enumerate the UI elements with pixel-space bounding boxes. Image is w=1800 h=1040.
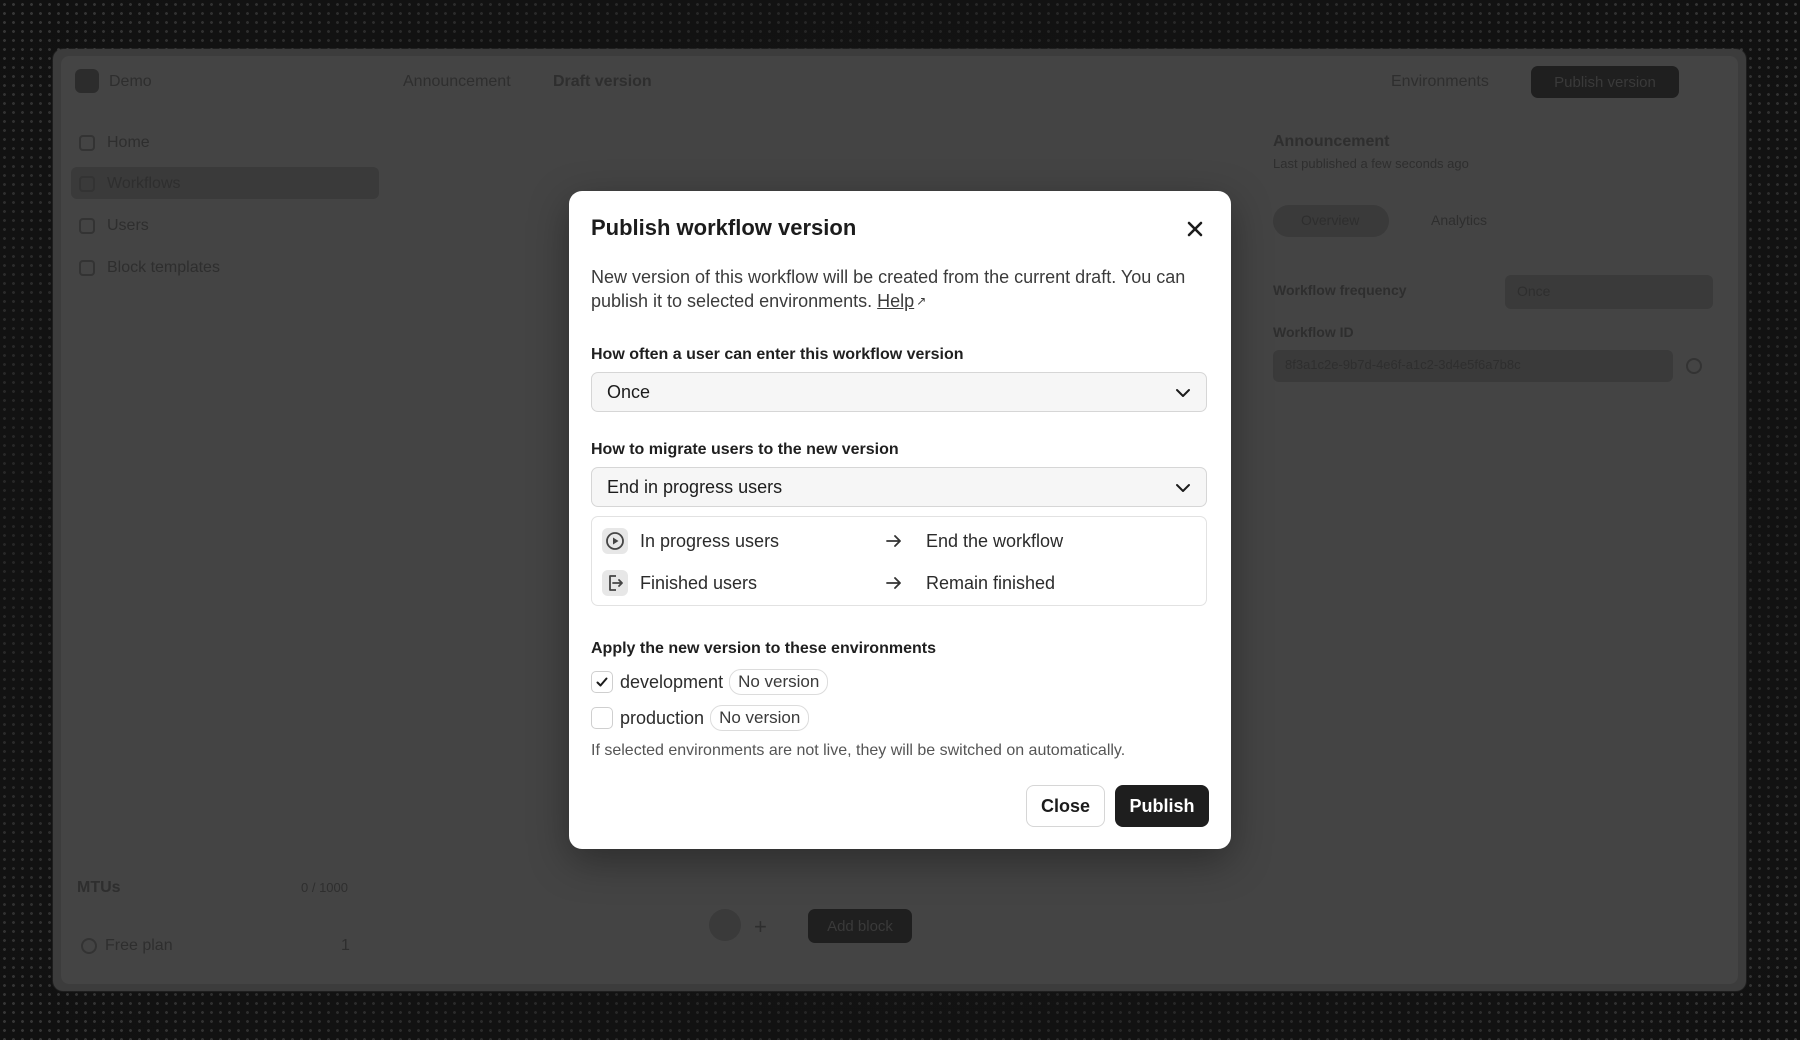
- chevron-down-icon: [1176, 389, 1190, 397]
- environments-note: If selected environments are not live, t…: [591, 742, 1126, 759]
- add-block-button[interactable]: Add block: [808, 909, 912, 943]
- env-name: development: [620, 671, 724, 692]
- plan-count: 1: [341, 937, 350, 954]
- env-row-development: development No version: [591, 668, 829, 696]
- version-badge: No version: [710, 705, 810, 731]
- workspace-name[interactable]: Demo: [109, 73, 152, 91]
- checkmark-icon: [596, 677, 608, 687]
- home-icon: [79, 135, 95, 151]
- plan-item[interactable]: Free plan: [105, 937, 173, 955]
- exit-door-icon: [602, 570, 628, 596]
- migration-from: In progress users: [640, 530, 780, 551]
- migration-value: End in progress users: [607, 476, 783, 497]
- tab-overview-label: Overview: [1301, 212, 1360, 228]
- version-badge: No version: [729, 669, 829, 695]
- migration-row-in-progress: In progress users End the workflow: [592, 526, 1206, 556]
- frequency-label: How often a user can enter this workflow…: [591, 346, 964, 363]
- close-icon[interactable]: [1185, 219, 1205, 239]
- production-checkbox[interactable]: [591, 707, 613, 729]
- workspace-logo: [75, 69, 99, 93]
- publish-version-button[interactable]: Publish version: [1531, 66, 1679, 98]
- play-circle-icon: [602, 528, 628, 554]
- env-row-production: production No version: [591, 704, 810, 732]
- env-name: production: [620, 707, 705, 728]
- migration-to: End the workflow: [926, 530, 1064, 551]
- dialog-description: New version of this workflow will be cre…: [591, 265, 1191, 313]
- chevron-down-icon: [1176, 484, 1190, 492]
- panel-subtitle: Last published a few seconds ago: [1273, 156, 1469, 171]
- sidebar-item-block-templates[interactable]: Block templates: [107, 259, 220, 277]
- plan-icon: [81, 938, 97, 954]
- mtu-value: 0 / 1000: [301, 880, 348, 895]
- tab-analytics[interactable]: Analytics: [1431, 212, 1487, 228]
- migration-to: Remain finished: [926, 572, 1056, 593]
- panel-field-label: Workflow frequency: [1273, 282, 1407, 298]
- copy-icon[interactable]: [1686, 358, 1702, 374]
- canvas-tool[interactable]: [709, 909, 741, 941]
- breadcrumb-workflow[interactable]: Announcement: [403, 73, 511, 91]
- frequency-select[interactable]: Once: [591, 372, 1207, 412]
- workflow-icon: [79, 176, 95, 192]
- sidebar-item-users[interactable]: Users: [107, 217, 149, 235]
- blocks-icon: [79, 260, 95, 276]
- panel-id-label: Workflow ID: [1273, 324, 1354, 340]
- sidebar-item-home[interactable]: Home: [107, 134, 150, 152]
- users-icon: [79, 218, 95, 234]
- publish-dialog: Publish workflow version New version of …: [569, 191, 1231, 849]
- frequency-value: Once: [607, 381, 651, 402]
- dialog-title: Publish workflow version: [591, 215, 857, 240]
- panel-id-value: 8f3a1c2e-9b7d-4e6f-a1c2-3d4e5f6a7b8c: [1285, 357, 1521, 372]
- arrow-right-icon: [886, 577, 901, 589]
- publish-button[interactable]: Publish: [1115, 785, 1209, 827]
- migration-from: Finished users: [640, 572, 758, 593]
- close-button[interactable]: Close: [1026, 785, 1105, 827]
- external-link-icon: ↗: [916, 294, 927, 308]
- breadcrumb-version[interactable]: Draft version: [553, 73, 652, 91]
- help-link[interactable]: Help: [877, 291, 914, 311]
- migration-select[interactable]: End in progress users: [591, 467, 1207, 507]
- migration-summary: In progress users End the workflow Finis…: [591, 516, 1207, 606]
- arrow-right-icon: [886, 535, 901, 547]
- sidebar-item-workflows[interactable]: Workflows: [107, 175, 181, 193]
- panel-frequency-value: Once: [1517, 283, 1551, 299]
- migration-label: How to migrate users to the new version: [591, 441, 899, 458]
- environments-label: Apply the new version to these environme…: [591, 640, 936, 657]
- development-checkbox[interactable]: [591, 671, 613, 693]
- migration-row-finished: Finished users Remain finished: [592, 568, 1206, 598]
- add-icon[interactable]: +: [754, 914, 767, 940]
- mtu-label: MTUs: [77, 879, 121, 896]
- panel-title: Announcement: [1273, 133, 1390, 150]
- environments-button[interactable]: Environments: [1391, 73, 1489, 91]
